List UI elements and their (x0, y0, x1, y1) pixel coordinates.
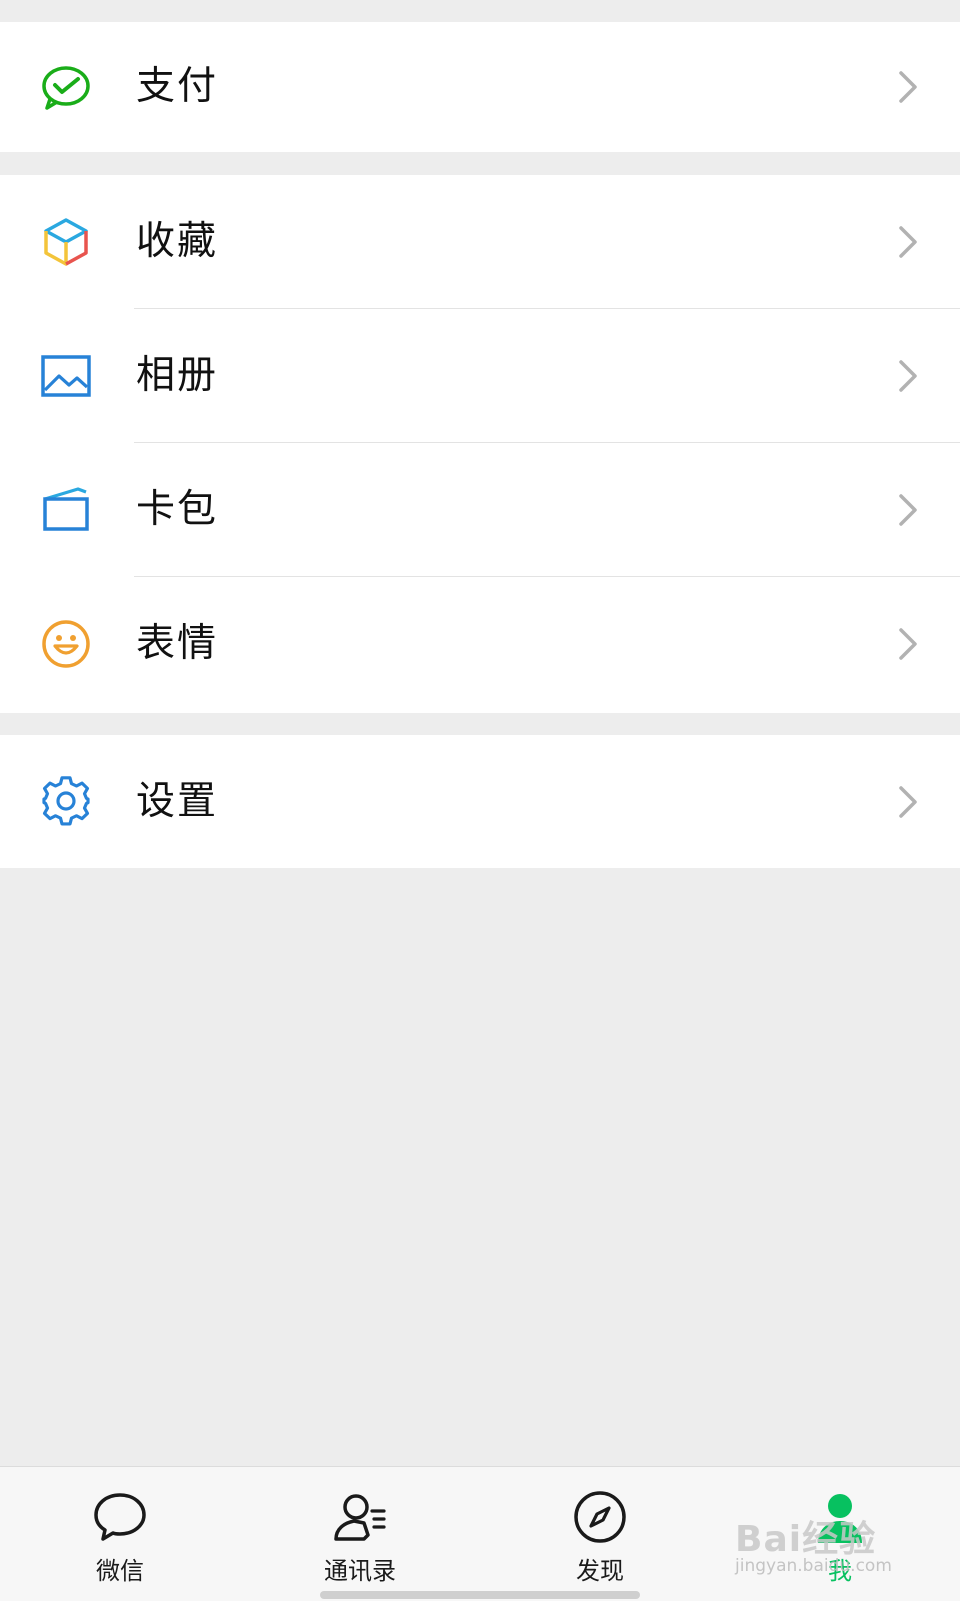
menu-item-pay-label: 支付 (136, 64, 219, 109)
contacts-icon (332, 1489, 388, 1545)
chevron-right-icon (896, 224, 920, 260)
menu-item-favorites[interactable]: 收藏 (0, 175, 960, 309)
tab-me[interactable]: 我 (770, 1467, 910, 1601)
home-indicator[interactable] (320, 1591, 640, 1599)
tab-discover-label: 发现 (576, 1557, 624, 1585)
menu-item-album-label: 相册 (136, 353, 219, 398)
menu-item-settings-label: 设置 (136, 779, 219, 824)
person-icon (812, 1489, 868, 1545)
tab-me-label: 我 (828, 1557, 852, 1585)
picture-icon (40, 350, 92, 402)
pay-group: 支付 (0, 22, 960, 152)
chevron-right-icon (896, 784, 920, 820)
menu-item-settings[interactable]: 设置 (0, 735, 960, 868)
chevron-right-icon (896, 69, 920, 105)
menu-item-card-pack[interactable]: 卡包 (0, 443, 960, 577)
menu-item-album[interactable]: 相册 (0, 309, 960, 443)
wechat-pay-check-icon (40, 61, 92, 113)
tab-chats-label: 微信 (96, 1557, 144, 1585)
services-group: 收藏 相册 卡包 表情 (0, 175, 960, 713)
cube-icon (40, 216, 92, 268)
tab-contacts-label: 通讯录 (324, 1557, 396, 1585)
card-wallet-icon (40, 484, 92, 536)
tab-chats[interactable]: 微信 (50, 1467, 190, 1601)
compass-icon (572, 1489, 628, 1545)
menu-item-favorites-label: 收藏 (136, 219, 219, 264)
smiley-icon (40, 618, 92, 670)
gear-icon (40, 776, 92, 828)
bottom-tab-bar: 微信 通讯录 发现 我 (0, 1466, 960, 1601)
chevron-right-icon (896, 358, 920, 394)
menu-item-stickers-label: 表情 (136, 621, 219, 666)
menu-item-pay[interactable]: 支付 (0, 22, 960, 152)
menu-item-card-pack-label: 卡包 (136, 487, 219, 532)
settings-group: 设置 (0, 735, 960, 868)
menu-item-stickers[interactable]: 表情 (0, 577, 960, 711)
tab-discover[interactable]: 发现 (530, 1467, 670, 1601)
tab-contacts[interactable]: 通讯录 (290, 1467, 430, 1601)
chat-bubble-icon (92, 1489, 148, 1545)
chevron-right-icon (896, 492, 920, 528)
chevron-right-icon (896, 626, 920, 662)
